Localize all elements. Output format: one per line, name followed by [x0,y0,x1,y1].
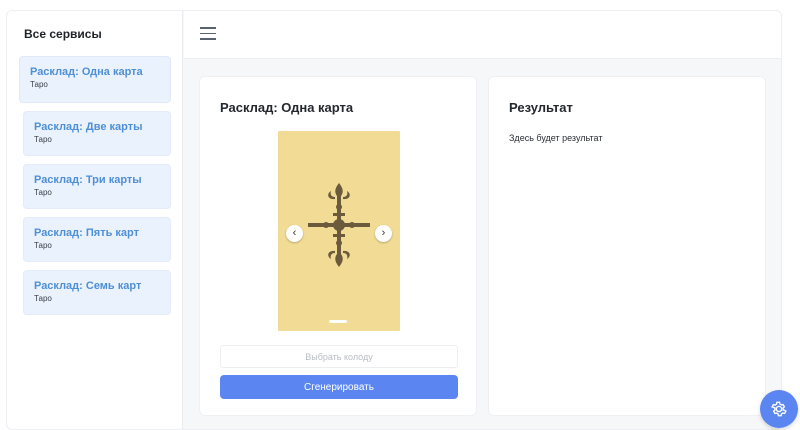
sidebar-item-three-cards[interactable]: Расклад: Три карты Таро [23,164,171,209]
carousel-indicator[interactable] [329,320,347,323]
generate-button[interactable]: Сгенерировать [220,375,458,399]
result-title: Результат [509,100,573,115]
chevron-right-icon[interactable]: › [375,225,392,242]
result-text: Здесь будет результат [509,133,603,143]
sidebar-item-subtitle: Таро [34,294,52,303]
settings-button[interactable] [760,390,798,428]
sidebar-item-one-card[interactable]: Расклад: Одна карта Таро [19,56,171,103]
sidebar-item-label: Расклад: Пять карт [34,227,139,239]
spread-panel: Расклад: Одна карта ‹ › Выбрать колоду С… [199,76,477,416]
sidebar-item-subtitle: Таро [30,80,48,89]
sidebar-item-label: Расклад: Две карты [34,121,143,133]
chevron-left-icon[interactable]: ‹ [286,225,303,242]
sidebar-item-label: Расклад: Одна карта [30,66,143,78]
sidebar-item-label: Расклад: Семь карт [34,280,142,292]
hamburger-menu-icon[interactable] [200,27,216,41]
sidebar-item-five-cards[interactable]: Расклад: Пять карт Таро [23,217,171,262]
result-panel: Результат Здесь будет результат [488,76,766,416]
tarot-card-carousel[interactable]: ‹ › [278,131,400,331]
gear-icon [771,401,787,417]
app-window: Все сервисы Расклад: Одна карта Таро Рас… [6,10,782,430]
sidebar-item-subtitle: Таро [34,241,52,250]
fleur-de-lis-cross-icon [308,183,370,267]
sidebar-item-subtitle: Таро [34,135,52,144]
sidebar-item-seven-cards[interactable]: Расклад: Семь карт Таро [23,270,171,315]
sidebar-item-label: Расклад: Три карты [34,174,142,186]
sidebar-item-subtitle: Таро [34,188,52,197]
spread-title: Расклад: Одна карта [220,100,354,115]
top-bar [184,11,781,59]
sidebar: Все сервисы Расклад: Одна карта Таро Рас… [7,11,183,429]
sidebar-item-two-cards[interactable]: Расклад: Две карты Таро [23,111,171,156]
deck-select-field[interactable] [220,345,458,368]
sidebar-title: Все сервисы [24,27,102,41]
